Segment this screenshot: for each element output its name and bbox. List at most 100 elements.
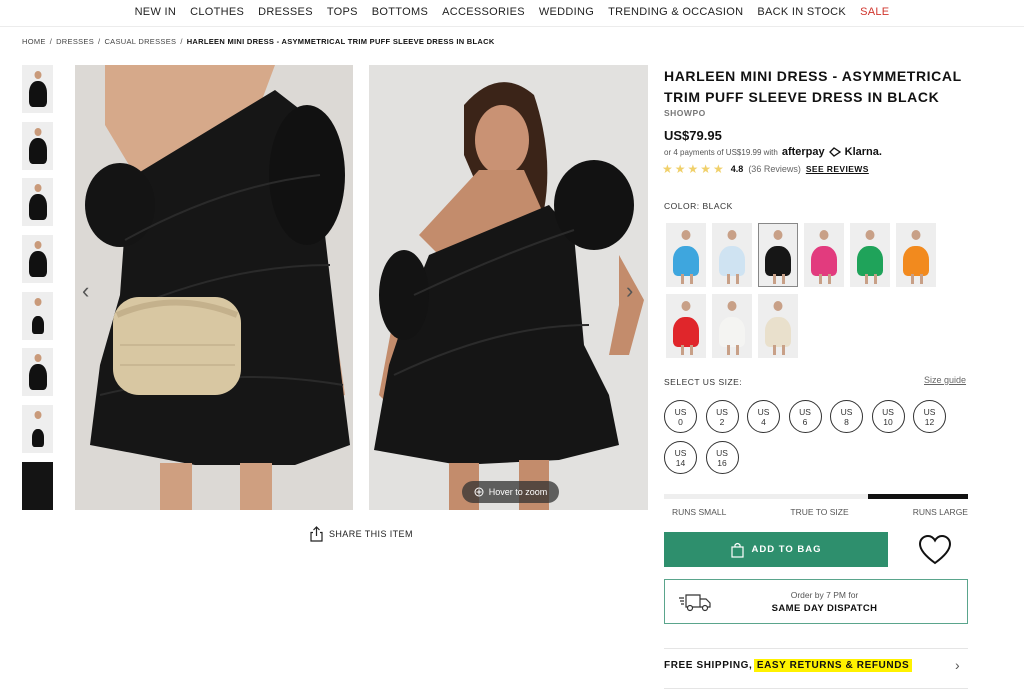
star-rating-icon: ★★★★★	[662, 162, 726, 176]
delivery-truck-icon	[679, 593, 711, 611]
chevron-left-icon[interactable]: ‹	[82, 278, 89, 304]
installments-text: or 4 payments of US$19.99 with	[664, 147, 778, 157]
rating: ★★★★★ 4.8 (36 Reviews) SEE REVIEWS	[662, 162, 869, 176]
color-swatch-light-blue[interactable]	[712, 223, 752, 287]
top-nav: NEW IN CLOTHES DRESSES TOPS BOTTOMS ACCE…	[0, 0, 1024, 26]
size-option-us-8[interactable]: US 8	[830, 400, 863, 433]
review-count: (36 Reviews)	[748, 164, 801, 174]
fit-labels: RUNS SMALL TRUE TO SIZE RUNS LARGE	[664, 507, 968, 517]
chevron-right-icon[interactable]: ›	[626, 278, 633, 304]
thumbnail[interactable]	[22, 405, 53, 454]
hover-to-zoom-badge: Hover to zoom	[462, 481, 559, 503]
see-reviews-link[interactable]: SEE REVIEWS	[806, 164, 869, 174]
size-number: 0	[678, 416, 683, 427]
color-swatch-red[interactable]	[666, 294, 706, 358]
product-price: US$79.95	[664, 128, 722, 143]
dispatch-title: SAME DAY DISPATCH	[771, 602, 878, 614]
color-swatches	[666, 222, 976, 358]
size-number: 10	[883, 416, 893, 427]
klarna-logo[interactable]: Klarna.	[845, 146, 882, 158]
breadcrumb-separator: /	[49, 37, 53, 46]
afterpay-icon	[828, 147, 841, 157]
hover-to-zoom-label: Hover to zoom	[488, 487, 548, 497]
fit-label-small: RUNS SMALL	[672, 507, 727, 517]
size-prefix: US	[882, 406, 894, 417]
product-image-model[interactable]	[369, 65, 648, 510]
nav-new-in[interactable]: NEW IN	[128, 0, 184, 26]
nav-wedding[interactable]: WEDDING	[532, 0, 601, 26]
bag-icon	[730, 542, 744, 558]
color-swatch-orange[interactable]	[896, 223, 936, 287]
size-prefix: US	[674, 406, 687, 417]
nav-tops[interactable]: TOPS	[320, 0, 365, 26]
color-label: COLOR: BLACK	[664, 201, 733, 211]
size-guide-link[interactable]: Size guide	[924, 375, 966, 385]
rating-value: 4.8	[730, 164, 744, 174]
nav-sale[interactable]: SALE	[853, 0, 896, 26]
shipping-returns-row[interactable]: FREE SHIPPING, EASY RETURNS & REFUNDS	[664, 659, 913, 672]
thumbnail[interactable]	[22, 65, 53, 113]
size-prefix: US	[840, 406, 853, 417]
thumbnail[interactable]	[22, 178, 53, 227]
size-option-us-10[interactable]: US 10	[871, 400, 905, 433]
breadcrumb-home[interactable]: HOME	[22, 37, 46, 46]
nav-accessories[interactable]: ACCESSORIES	[435, 0, 532, 26]
color-swatch-white[interactable]	[712, 294, 752, 358]
thumbnail[interactable]	[22, 121, 53, 170]
add-to-bag-label: ADD TO BAG	[751, 544, 822, 555]
afterpay-logo[interactable]: afterpay	[782, 146, 825, 158]
size-options: US 0 US 2 US 4 US 6 US 8 US 10 US 12 US 14 US 16	[664, 400, 964, 474]
model-illustration	[369, 65, 648, 510]
divider	[664, 648, 968, 649]
size-number: 8	[844, 416, 849, 427]
breadcrumb-separator: /	[98, 37, 101, 46]
thumbnail[interactable]	[22, 291, 53, 340]
size-number: 12	[924, 416, 935, 427]
nav-bottoms[interactable]: BOTTOMS	[365, 0, 435, 26]
size-number: 16	[717, 457, 727, 468]
color-swatch-sky-blue[interactable]	[666, 223, 706, 287]
breadcrumb-casual-dresses[interactable]: CASUAL DRESSES	[104, 37, 176, 46]
size-option-us-0[interactable]: US 0	[664, 400, 697, 433]
divider	[664, 688, 968, 689]
size-number: 2	[719, 416, 725, 427]
breadcrumb-dresses[interactable]: DRESSES	[56, 37, 94, 46]
dispatch-cutoff: Order by 7 PM for	[790, 589, 859, 600]
thumbnail[interactable]	[22, 461, 53, 510]
size-prefix: US	[799, 406, 811, 417]
nav-back-in-stock[interactable]: BACK IN STOCK	[750, 0, 853, 26]
thumbnail[interactable]	[22, 348, 53, 397]
thumbnail[interactable]	[22, 235, 53, 284]
fit-label-large: RUNS LARGE	[912, 507, 968, 517]
color-swatch-black[interactable]	[757, 222, 799, 288]
breadcrumb: HOME / DRESSES / CASUAL DRESSES / HARLEE…	[22, 37, 495, 46]
size-option-us-4[interactable]: US 4	[747, 400, 780, 433]
add-to-bag-button[interactable]: ADD TO BAG	[664, 532, 888, 567]
wishlist-heart-icon[interactable]	[918, 534, 952, 566]
same-day-dispatch-banner: Order by 7 PM for SAME DAY DISPATCH	[664, 579, 968, 624]
nav-trending-occasion[interactable]: TRENDING & OCCASION	[601, 0, 750, 26]
size-option-us-16[interactable]: US 16	[705, 441, 739, 474]
dress-illustration	[75, 65, 353, 510]
fit-label-true: TRUE TO SIZE	[790, 507, 849, 517]
fit-indicator	[664, 494, 968, 499]
size-option-us-14[interactable]: US 14	[664, 441, 697, 474]
color-swatch-pink[interactable]	[804, 223, 844, 287]
breadcrumb-current: HARLEEN MINI DRESS - ASYMMETRICAL TRIM P…	[186, 37, 495, 46]
size-option-us-2[interactable]: US 2	[705, 400, 739, 433]
nav-clothes[interactable]: CLOTHES	[183, 0, 251, 26]
size-option-us-6[interactable]: US 6	[788, 400, 822, 433]
color-swatch-cream[interactable]	[758, 294, 798, 358]
product-image-front[interactable]	[75, 65, 353, 510]
nav-dresses[interactable]: DRESSES	[251, 0, 320, 26]
color-swatch-green[interactable]	[850, 223, 890, 287]
chevron-right-icon[interactable]: ›	[955, 657, 960, 673]
returns-highlight: EASY RETURNS & REFUNDS	[753, 659, 913, 672]
brand-name[interactable]: SHOWPO	[664, 108, 706, 118]
share-label: SHARE THIS ITEM	[329, 529, 413, 539]
share-button[interactable]: SHARE THIS ITEM	[310, 526, 413, 542]
size-prefix: US	[716, 406, 728, 417]
size-prefix: US	[674, 447, 687, 458]
size-option-us-12[interactable]: US 12	[913, 400, 946, 433]
fit-indicator-fill	[867, 494, 968, 499]
